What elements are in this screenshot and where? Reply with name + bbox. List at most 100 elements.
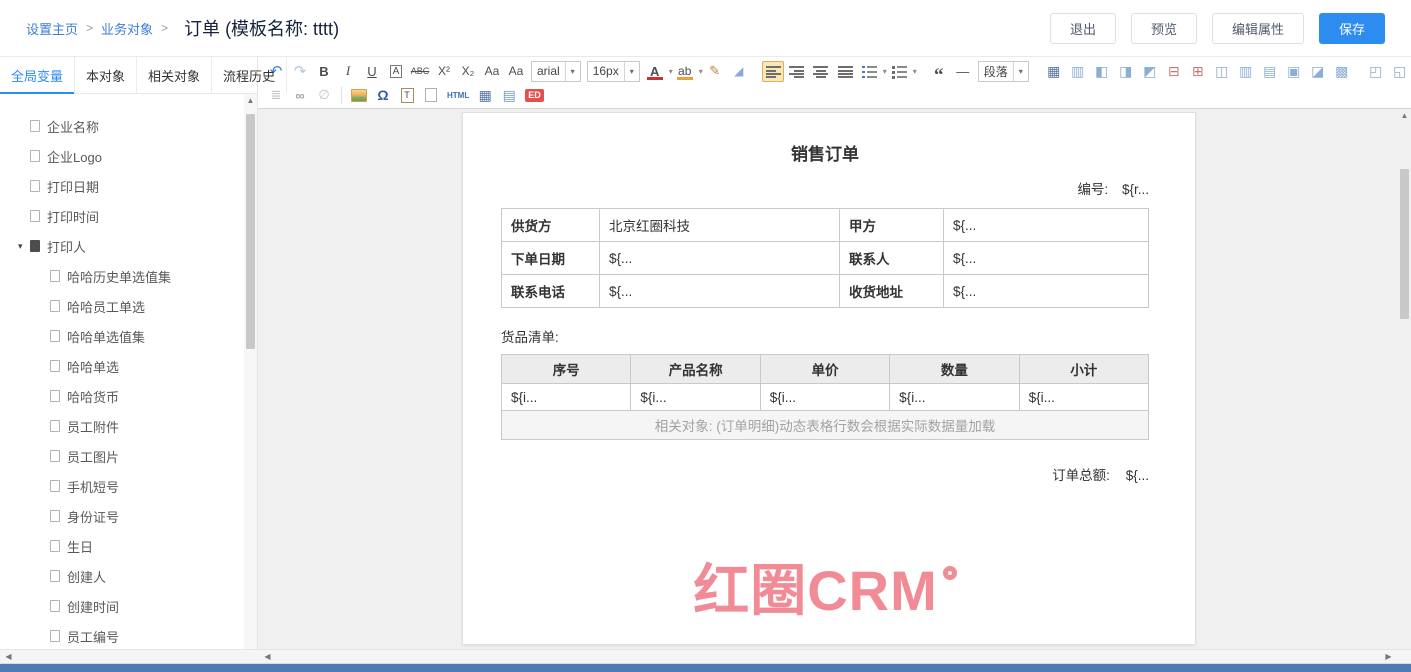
info-label-cell[interactable]: 联系电话 bbox=[502, 275, 600, 308]
tree-item[interactable]: 创建时间 bbox=[0, 591, 257, 621]
delete-col-icon[interactable]: ⊟ bbox=[1163, 61, 1185, 82]
tree-item[interactable]: 哈哈单选 bbox=[0, 351, 257, 381]
canvas-scrollbar[interactable]: ▲ ▼ bbox=[1398, 109, 1411, 672]
hongquan-crm-logo[interactable]: 红圈CRM bbox=[693, 546, 957, 627]
format-painter-icon[interactable]: ✎ bbox=[704, 61, 726, 82]
tree-item[interactable]: 员工编号 bbox=[0, 621, 257, 651]
delete-row-icon[interactable]: ⊞ bbox=[1187, 61, 1209, 82]
horizontal-scrollbar[interactable]: ◀ ◀ ▶ bbox=[0, 649, 1411, 663]
number-placeholder[interactable]: ${r... bbox=[1122, 182, 1149, 197]
special-char-icon[interactable]: Ω bbox=[372, 85, 394, 106]
caret-down-icon[interactable] bbox=[18, 241, 30, 252]
editor-logo-icon[interactable]: ED bbox=[522, 85, 547, 106]
align-right-icon[interactable] bbox=[786, 61, 808, 82]
doc-template-icon[interactable]: ▤ bbox=[498, 85, 520, 106]
chevron-down-icon[interactable] bbox=[883, 67, 887, 76]
info-value-cell[interactable]: ${... bbox=[944, 242, 1149, 275]
font-size-select[interactable]: 16px bbox=[587, 61, 640, 82]
link-icon[interactable]: ∞ bbox=[289, 85, 311, 106]
tree-item[interactable]: 员工附件 bbox=[0, 411, 257, 441]
highlight-color-icon[interactable]: ab bbox=[674, 61, 696, 82]
sidebar-tab[interactable]: 相关对象 bbox=[137, 57, 212, 93]
cell-props-icon[interactable]: ◪ bbox=[1307, 61, 1329, 82]
insert-row-below-icon[interactable]: ◩ bbox=[1139, 61, 1161, 82]
merge-cells-icon[interactable]: ◫ bbox=[1211, 61, 1233, 82]
save-button[interactable]: 保存 bbox=[1319, 13, 1385, 44]
info-value-cell[interactable]: ${... bbox=[600, 275, 840, 308]
exit-button[interactable]: 退出 bbox=[1050, 13, 1116, 44]
chevron-down-icon[interactable] bbox=[913, 67, 917, 76]
float-left-icon[interactable]: ◰ bbox=[1365, 61, 1387, 82]
tree-item[interactable]: 身份证号 bbox=[0, 501, 257, 531]
align-left-icon[interactable] bbox=[762, 61, 784, 82]
justify-icon[interactable] bbox=[834, 61, 856, 82]
superscript-icon[interactable]: X² bbox=[433, 61, 455, 82]
document-title[interactable]: 销售订单 bbox=[501, 140, 1149, 165]
insert-table-icon[interactable]: ▦ bbox=[1043, 61, 1065, 82]
tree-item[interactable]: 企业Logo bbox=[0, 141, 257, 171]
info-label-cell[interactable]: 收货地址 bbox=[840, 275, 944, 308]
items-header-cell[interactable]: 小计 bbox=[1019, 355, 1148, 384]
quick-table-icon[interactable]: ▦ bbox=[474, 85, 496, 106]
order-total-line[interactable]: 订单总额: ${... bbox=[501, 464, 1149, 484]
chevron-down-icon[interactable] bbox=[669, 67, 673, 76]
redo-icon[interactable]: ↷ bbox=[289, 61, 311, 82]
sidebar-scrollbar[interactable]: ▲ ▼ bbox=[244, 94, 257, 658]
split-cols-icon[interactable]: ▥ bbox=[1235, 61, 1257, 82]
items-value-cell[interactable]: ${i... bbox=[502, 384, 631, 411]
sidebar-tab[interactable]: 全局变量 bbox=[0, 57, 75, 93]
scroll-left-icon[interactable]: ◀ bbox=[261, 650, 274, 663]
tree-item[interactable]: 员工图片 bbox=[0, 441, 257, 471]
items-header-cell[interactable]: 序号 bbox=[502, 355, 631, 384]
sidebar-tab[interactable]: 流程历史 bbox=[212, 57, 287, 93]
tree-item[interactable]: 打印时间 bbox=[0, 201, 257, 231]
info-label-cell[interactable]: 供货方 bbox=[502, 209, 600, 242]
preview-button[interactable]: 预览 bbox=[1131, 13, 1197, 44]
paste-text-icon[interactable]: T bbox=[396, 85, 418, 106]
tree-item[interactable]: 哈哈单选值集 bbox=[0, 321, 257, 351]
tree-item[interactable]: 打印日期 bbox=[0, 171, 257, 201]
info-value-cell[interactable]: ${... bbox=[600, 242, 840, 275]
edit-properties-button[interactable]: 编辑属性 bbox=[1212, 13, 1304, 44]
italic-icon[interactable]: I bbox=[337, 61, 359, 82]
scrollbar-thumb[interactable] bbox=[246, 114, 255, 349]
items-header-cell[interactable]: 单价 bbox=[760, 355, 889, 384]
scroll-right-icon[interactable]: ▶ bbox=[1382, 650, 1395, 663]
remove-format-icon[interactable]: ◢ bbox=[728, 61, 750, 82]
items-value-cell[interactable]: ${i... bbox=[631, 384, 760, 411]
unordered-list-icon[interactable] bbox=[888, 61, 910, 82]
html-source-icon[interactable]: HTML bbox=[444, 85, 472, 106]
scroll-left-icon[interactable]: ◀ bbox=[2, 650, 15, 663]
total-placeholder[interactable]: ${... bbox=[1126, 468, 1149, 483]
insert-col-left-icon[interactable]: ◧ bbox=[1091, 61, 1113, 82]
tree-item[interactable]: 哈哈货币 bbox=[0, 381, 257, 411]
subscript-icon[interactable]: X₂ bbox=[457, 61, 479, 82]
tree-item[interactable]: 哈哈员工单选 bbox=[0, 291, 257, 321]
document-page[interactable]: 销售订单 编号: ${r... 供货方 北京红圈科技 bbox=[462, 112, 1196, 645]
items-list-label[interactable]: 货品清单: bbox=[501, 326, 1149, 346]
char-border-icon[interactable]: A bbox=[390, 65, 403, 78]
document-number-line[interactable]: 编号: ${r... bbox=[501, 178, 1149, 198]
items-value-cell[interactable]: ${i... bbox=[890, 384, 1019, 411]
scroll-up-icon[interactable]: ▲ bbox=[244, 94, 257, 107]
float-center-icon[interactable]: ◱ bbox=[1389, 61, 1411, 82]
info-value-cell[interactable]: ${... bbox=[944, 275, 1149, 308]
uppercase-icon[interactable]: Aa bbox=[481, 61, 503, 82]
dynamic-rows-note[interactable]: 相关对象: (订单明细)动态表格行数会根据实际数据量加载 bbox=[502, 411, 1149, 440]
info-label-cell[interactable]: 联系人 bbox=[840, 242, 944, 275]
info-value-cell[interactable]: ${... bbox=[944, 209, 1149, 242]
tree-item[interactable]: 哈哈历史单选值集 bbox=[0, 261, 257, 291]
tree-item[interactable]: 创建人 bbox=[0, 561, 257, 591]
info-value-cell[interactable]: 北京红圈科技 bbox=[600, 209, 840, 242]
underline-icon[interactable]: U bbox=[361, 61, 383, 82]
insert-image-icon[interactable] bbox=[348, 85, 370, 106]
scrollbar-thumb[interactable] bbox=[1400, 169, 1409, 319]
strikethrough-icon[interactable]: ABC bbox=[409, 61, 431, 82]
items-value-cell[interactable]: ${i... bbox=[1019, 384, 1148, 411]
new-page-icon[interactable] bbox=[420, 85, 442, 106]
horizontal-rule-icon[interactable]: — bbox=[952, 61, 974, 82]
tree-item[interactable]: 手机短号 bbox=[0, 471, 257, 501]
breadcrumb-link-business-object[interactable]: 业务对象 bbox=[101, 19, 153, 38]
align-center-icon[interactable] bbox=[810, 61, 832, 82]
info-label-cell[interactable]: 下单日期 bbox=[502, 242, 600, 275]
